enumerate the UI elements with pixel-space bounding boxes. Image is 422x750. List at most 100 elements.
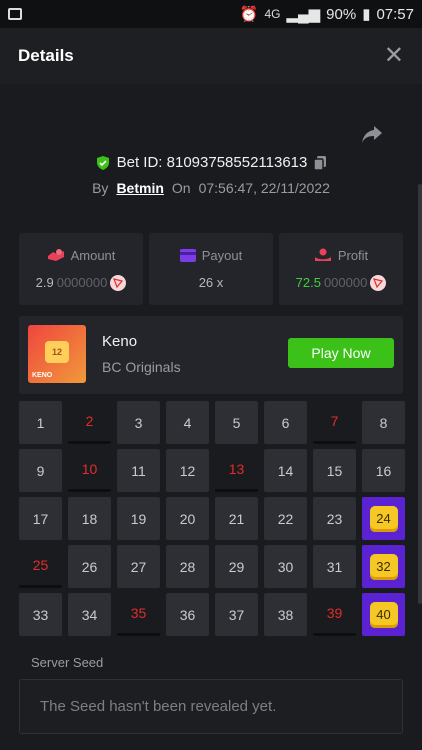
keno-cell-25: 25 [19,545,62,588]
amount-card: Amount 2.9 0000000 [19,233,143,305]
on-label: On [171,180,191,196]
keno-cell-34: 34 [68,593,111,636]
keno-cell-23: 23 [313,497,356,540]
keno-number-15: 15 [326,462,343,479]
keno-cell-26: 26 [68,545,111,588]
keno-cell-32: 32 [362,545,405,588]
keno-gem-24: 24 [369,505,398,532]
keno-number-3: 3 [134,414,143,431]
payout-label: Payout [201,248,243,263]
keno-thumb-label: KENO [32,372,53,379]
amount-label: Amount [70,247,116,263]
keno-number-25: 25 [32,557,49,573]
battery-icon: ▮ [362,6,371,23]
keno-number-23: 23 [326,510,343,527]
keno-cell-15: 15 [313,449,356,492]
keno-number-5: 5 [232,414,241,431]
battery-percent: 90% [326,5,357,23]
amount-icon [47,249,64,261]
keno-cell-33: 33 [19,593,62,636]
details-content: Bet ID: 81093758552113613 By Betmin On 0… [0,84,422,750]
keno-gem-40: 40 [369,601,398,628]
bet-id-row: Bet ID: 81093758552113613 [0,154,422,171]
profit-value-trailing: 000000 [323,275,368,290]
by-label: By [92,180,109,196]
keno-cell-13: 13 [215,449,258,492]
gallery-icon [8,8,22,20]
keno-cell-4: 4 [166,401,209,444]
keno-cube-icon: 12 [45,341,69,363]
keno-number-22: 22 [277,510,294,527]
keno-number-34: 34 [81,606,98,623]
tron-coin-icon [370,274,387,291]
keno-number-30: 30 [277,558,294,575]
keno-gem-32: 32 [369,553,398,580]
keno-cell-21: 21 [215,497,258,540]
keno-number-21: 21 [228,510,245,527]
keno-cell-38: 38 [264,593,307,636]
status-bar: ⏰ 4G ▂▄▆ 90% ▮ 07:57 [0,0,422,28]
user-link[interactable]: Betmin [116,180,163,196]
keno-cell-35: 35 [117,593,160,636]
keno-number-14: 14 [277,462,294,479]
keno-number-13: 13 [228,461,245,477]
share-icon[interactable] [360,124,384,144]
close-icon[interactable]: ✕ [384,44,404,68]
profit-icon [314,248,331,261]
keno-cell-18: 18 [68,497,111,540]
keno-cell-17: 17 [19,497,62,540]
keno-number-12: 12 [179,462,196,479]
keno-cell-27: 27 [117,545,160,588]
keno-number-26: 26 [81,558,98,575]
copy-icon[interactable] [313,155,327,171]
keno-cell-31: 31 [313,545,356,588]
keno-number-4: 4 [183,414,192,431]
keno-cell-12: 12 [166,449,209,492]
keno-cell-36: 36 [166,593,209,636]
keno-number-33: 33 [32,606,49,623]
keno-cell-30: 30 [264,545,307,588]
keno-number-38: 38 [277,606,294,623]
keno-number-17: 17 [32,510,49,527]
keno-number-7: 7 [330,413,339,429]
keno-cell-20: 20 [166,497,209,540]
keno-number-9: 9 [36,462,45,479]
keno-number-35: 35 [130,605,147,621]
game-provider: BC Originals [102,359,181,375]
keno-number-29: 29 [228,558,245,575]
keno-cell-5: 5 [215,401,258,444]
keno-cell-9: 9 [19,449,62,492]
keno-cell-6: 6 [264,401,307,444]
keno-number-27: 27 [130,558,147,575]
keno-number-8: 8 [379,414,388,431]
scrollbar[interactable] [418,184,422,604]
keno-cell-7: 7 [313,401,356,444]
keno-thumbnail[interactable]: 12 KENO [28,325,86,383]
keno-cell-8: 8 [362,401,405,444]
amount-value: 2.9 [35,275,54,290]
payout-icon [179,249,196,262]
server-seed-label: Server Seed [31,655,104,670]
server-seed-field: The Seed hasn't been revealed yet. [19,679,403,734]
keno-number-10: 10 [81,461,98,477]
profit-card: Profit 72.5 000000 [279,233,403,305]
play-now-button[interactable]: Play Now [288,338,394,368]
keno-number-37: 37 [228,606,245,623]
payout-value: 26 x [198,275,224,290]
keno-cell-29: 29 [215,545,258,588]
payout-card: Payout 26 x [149,233,273,305]
keno-cell-22: 22 [264,497,307,540]
keno-cell-14: 14 [264,449,307,492]
keno-number-20: 20 [179,510,196,527]
bet-byline: By Betmin On 07:56:47, 22/11/2022 [0,180,422,196]
keno-cell-28: 28 [166,545,209,588]
keno-cell-10: 10 [68,449,111,492]
signal-icon: ▂▄▆ [286,6,321,23]
keno-number-31: 31 [326,558,343,575]
alarm-icon: ⏰ [239,6,259,23]
shield-icon [96,155,109,170]
amount-value-trailing: 0000000 [56,275,108,290]
game-name: Keno [102,333,138,350]
keno-cell-16: 16 [362,449,405,492]
keno-cell-39: 39 [313,593,356,636]
